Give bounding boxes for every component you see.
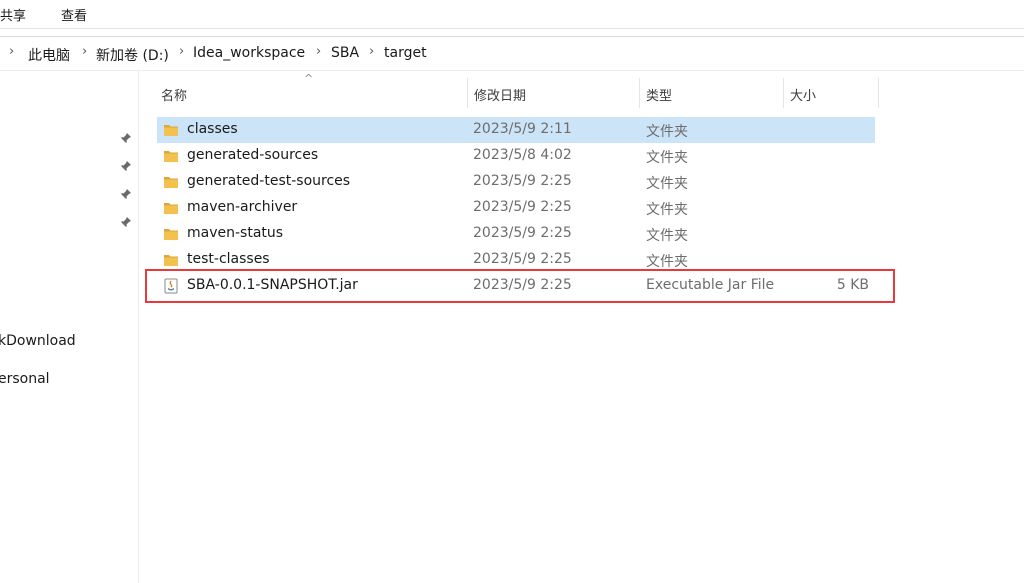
annotation-highlight-box (145, 269, 895, 303)
folder-icon (163, 174, 179, 190)
file-type: 文件夹 (646, 228, 688, 244)
ribbon-tabs: 共享 查看 (0, 0, 1024, 29)
list-item-classes[interactable]: classes 2023/5/9 2:11 文件夹 (157, 117, 875, 143)
column-header-date[interactable]: 修改日期 (474, 85, 526, 104)
file-name: generated-test-sources (187, 173, 351, 189)
folder-icon (163, 252, 179, 268)
list-item-maven-archiver[interactable]: maven-archiver 2023/5/9 2:25 文件夹 (157, 195, 875, 221)
pin-icon[interactable] (118, 188, 134, 204)
breadcrumb-target[interactable]: target (384, 45, 427, 61)
column-divider[interactable] (878, 78, 879, 108)
list-item-generated-test-sources[interactable]: generated-test-sources 2023/5/9 2:25 文件夹 (157, 169, 875, 195)
file-name: classes (187, 121, 238, 137)
file-type: 文件夹 (646, 150, 688, 166)
pin-icon[interactable] (118, 132, 134, 148)
chevron-right-icon[interactable]: › (82, 44, 87, 59)
file-name: maven-archiver (187, 199, 298, 215)
column-header-name[interactable]: 名称 (161, 85, 187, 104)
file-date: 2023/5/9 2:25 (473, 199, 572, 215)
file-name: generated-sources (187, 147, 319, 163)
file-type: 文件夹 (646, 124, 688, 140)
chevron-right-icon[interactable]: › (369, 44, 374, 59)
breadcrumb: › 此电脑 › 新加卷 (D:) › Idea_workspace › SBA … (0, 36, 1024, 71)
file-date: 2023/5/9 2:25 (473, 173, 572, 189)
file-date: 2023/5/9 2:25 (473, 251, 572, 267)
nav-item-download[interactable]: kDownload (0, 333, 76, 349)
breadcrumb-drive-d[interactable]: 新加卷 (D:) (96, 45, 169, 65)
file-date: 2023/5/9 2:11 (473, 121, 572, 137)
file-type: 文件夹 (646, 202, 688, 218)
pin-icon[interactable] (118, 160, 134, 176)
list-item-generated-sources[interactable]: generated-sources 2023/5/8 4:02 文件夹 (157, 143, 875, 169)
folder-icon (163, 226, 179, 242)
column-header-type[interactable]: 类型 (646, 85, 672, 104)
chevron-right-icon[interactable]: › (9, 44, 14, 59)
column-header-size[interactable]: 大小 (790, 85, 816, 104)
list-item-maven-status[interactable]: maven-status 2023/5/9 2:25 文件夹 (157, 221, 875, 247)
tab-share[interactable]: 共享 (0, 5, 26, 24)
navigation-pane: kDownload ersonal (0, 71, 139, 583)
folder-icon (163, 148, 179, 164)
column-divider[interactable] (639, 78, 640, 108)
sort-ascending-icon: ^ (304, 72, 314, 85)
column-divider[interactable] (467, 78, 468, 108)
breadcrumb-this-pc[interactable]: 此电脑 (28, 45, 70, 65)
pin-icon[interactable] (118, 216, 134, 232)
file-date: 2023/5/9 2:25 (473, 225, 572, 241)
breadcrumb-sba[interactable]: SBA (331, 45, 359, 61)
nav-item-personal[interactable]: ersonal (0, 371, 50, 387)
file-date: 2023/5/8 4:02 (473, 147, 572, 163)
folder-icon (163, 200, 179, 216)
file-type: 文件夹 (646, 176, 688, 192)
chevron-right-icon[interactable]: › (316, 44, 321, 59)
breadcrumb-idea-workspace[interactable]: Idea_workspace (193, 45, 305, 61)
folder-icon (163, 122, 179, 138)
file-name: maven-status (187, 225, 284, 241)
file-name: test-classes (187, 251, 270, 267)
file-type: 文件夹 (646, 254, 688, 270)
chevron-right-icon[interactable]: › (179, 44, 184, 59)
column-divider[interactable] (783, 78, 784, 108)
tab-view[interactable]: 查看 (61, 5, 87, 24)
